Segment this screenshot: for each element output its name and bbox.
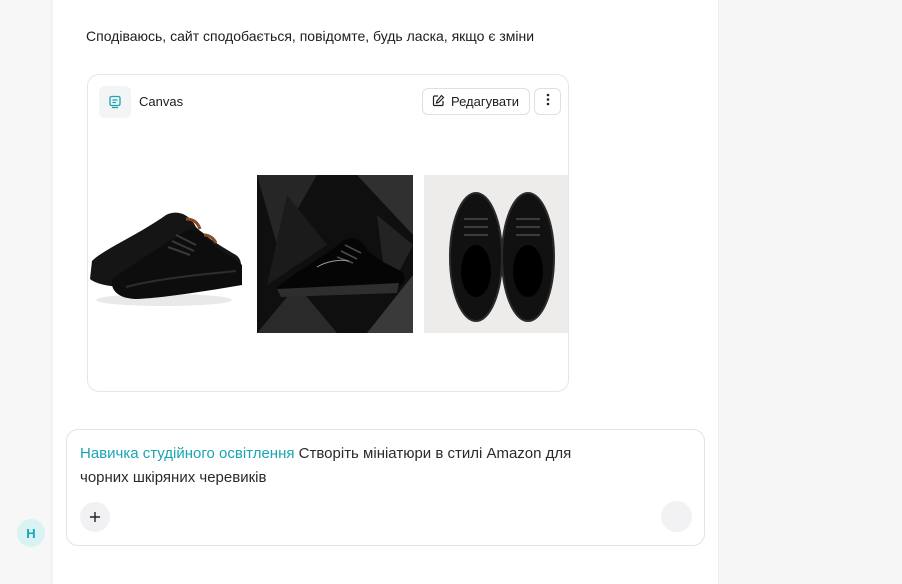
product-image-sneakers-top[interactable] bbox=[424, 175, 568, 333]
message-composer[interactable]: Навичка студійного освітлення Створіть м… bbox=[66, 429, 705, 546]
more-vertical-icon bbox=[546, 93, 550, 111]
canvas-icon bbox=[99, 86, 131, 118]
avatar-initial: H bbox=[26, 525, 36, 541]
edit-button-label: Редагувати bbox=[451, 94, 520, 109]
add-attachment-button[interactable] bbox=[80, 502, 110, 532]
product-image-oxford[interactable] bbox=[88, 175, 242, 333]
plus-icon bbox=[89, 507, 101, 528]
canvas-card[interactable]: Canvas Редагувати bbox=[87, 74, 569, 392]
edit-button[interactable]: Редагувати bbox=[422, 88, 531, 115]
canvas-title: Canvas bbox=[139, 94, 184, 109]
right-panel bbox=[718, 0, 902, 584]
left-rail: H bbox=[0, 0, 52, 584]
composer-input[interactable]: Навичка студійного освітлення Створіть м… bbox=[80, 442, 620, 490]
skill-tag[interactable]: Навичка студійного освітлення bbox=[80, 445, 295, 462]
assistant-message: Сподіваюсь, сайт сподобається, повідомте… bbox=[86, 28, 535, 44]
product-image-sneakers-dark[interactable] bbox=[257, 175, 413, 333]
pencil-icon bbox=[432, 94, 445, 110]
send-button[interactable] bbox=[661, 501, 692, 532]
user-avatar[interactable]: H bbox=[17, 519, 45, 547]
chat-main: Сподіваюсь, сайт сподобається, повідомте… bbox=[53, 0, 718, 584]
more-options-button[interactable] bbox=[534, 88, 561, 115]
